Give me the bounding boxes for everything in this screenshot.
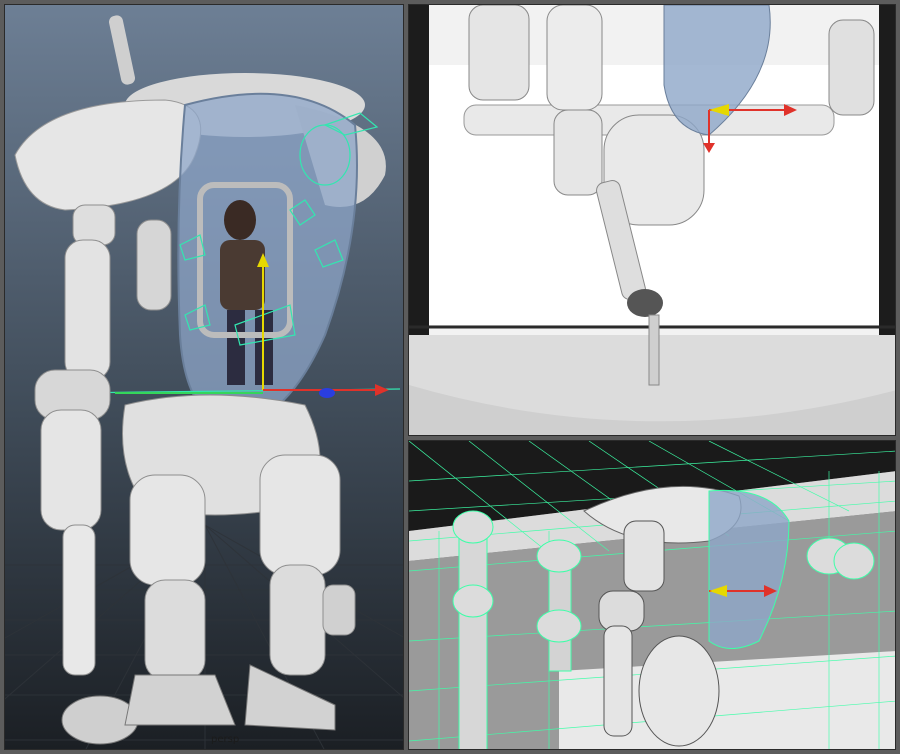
- viewport-camera-label: persp: [211, 734, 240, 745]
- left-forearm: [40, 409, 102, 531]
- maya-viewport-layout: persp: [0, 0, 900, 754]
- left-shin: [144, 579, 206, 681]
- arm-elbow: [598, 590, 645, 632]
- left-thigh: [129, 474, 206, 586]
- persp-scene: [5, 15, 403, 749]
- stand-post: [648, 314, 660, 386]
- hand: [627, 289, 663, 317]
- wireframe-scene: [409, 441, 895, 749]
- closeup-scene: [409, 5, 895, 435]
- left-strut-assembly: [452, 510, 494, 749]
- left-lower-leg-arm: [62, 524, 96, 676]
- antenna: [108, 15, 136, 85]
- strut-right: [828, 19, 875, 116]
- pilot-head: [224, 200, 256, 240]
- side-intake: [136, 219, 172, 311]
- arm-lower: [603, 625, 633, 737]
- right-shin: [269, 564, 326, 676]
- right-claw: [322, 584, 356, 636]
- pilot-leg-left: [227, 310, 245, 385]
- perspective-viewport[interactable]: persp: [4, 4, 404, 750]
- hull-nose: [14, 99, 202, 211]
- left-shoulder: [72, 204, 116, 246]
- upper-arm: [546, 5, 603, 111]
- leg-knee: [638, 635, 720, 747]
- underside-wireframe-viewport[interactable]: [408, 440, 896, 750]
- left-upper-arm: [64, 239, 111, 381]
- strut-left: [468, 5, 530, 101]
- pilot-torso: [220, 240, 265, 310]
- cockpit-closeup-viewport[interactable]: [408, 4, 896, 436]
- arm-upper: [623, 520, 665, 592]
- right-thigh: [259, 454, 341, 576]
- left-foot: [124, 674, 236, 726]
- elbow-joint: [553, 109, 603, 196]
